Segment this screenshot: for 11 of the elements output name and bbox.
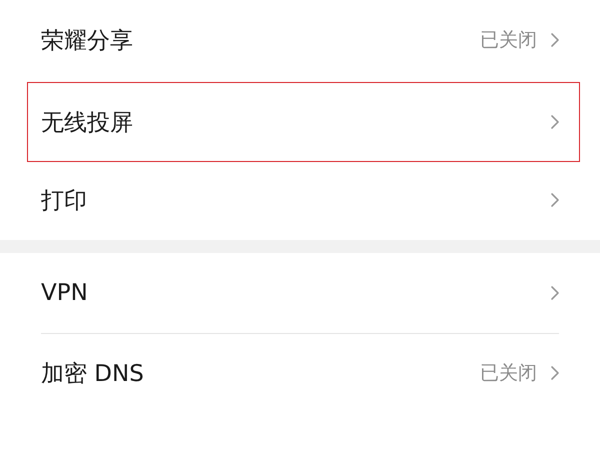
setting-label[interactable]: 荣耀分享 (41, 24, 480, 56)
settings-row[interactable]: 荣耀分享 已关闭 (27, 0, 580, 80)
setting-value: 已关闭 (480, 361, 537, 386)
setting-label[interactable]: 无线投屏 (41, 106, 543, 138)
setting-label[interactable]: VPN (41, 280, 543, 306)
settings-row[interactable]: 打印 (27, 160, 580, 240)
setting-value: 已关闭 (480, 28, 537, 53)
setting-label[interactable]: 打印 (41, 184, 543, 216)
setting-label[interactable]: 加密 DNS (41, 358, 480, 388)
settings-row[interactable]: 加密 DNS 已关闭 (27, 333, 580, 413)
settings-row[interactable]: VPN (27, 253, 580, 333)
